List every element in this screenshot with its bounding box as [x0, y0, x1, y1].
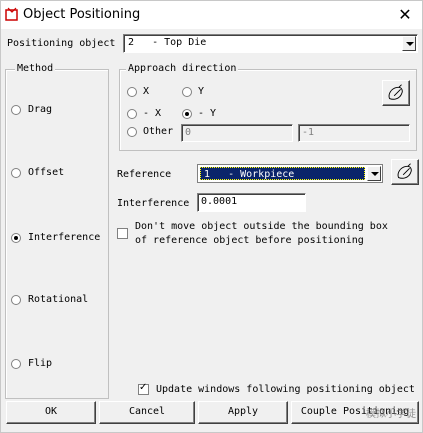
pick-object-icon [388, 84, 403, 100]
close-icon[interactable]: ✕ [394, 4, 416, 26]
method-offset-radio[interactable] [11, 168, 21, 178]
dont-move-line1[interactable]: Don't move object outside the bounding b… [135, 221, 388, 232]
pick-object-icon [397, 163, 412, 179]
reference-value: 1 - Workpiece [204, 169, 295, 180]
approach-pick-button[interactable] [382, 80, 410, 106]
approach-direction-label: Approach direction [126, 63, 239, 74]
approach-y-label[interactable]: Y [198, 86, 204, 97]
approach-neg-y-radio[interactable] [182, 109, 192, 119]
method-flip-radio[interactable] [11, 359, 21, 369]
apply-button[interactable]: Apply [198, 401, 288, 424]
method-rotational-label[interactable]: Rotational [28, 294, 88, 305]
positioning-object-label: Positioning object [7, 38, 116, 49]
chevron-down-icon[interactable] [367, 166, 381, 181]
method-drag-label[interactable]: Drag [28, 104, 52, 115]
approach-other-field-2[interactable]: -1 [298, 124, 410, 142]
update-windows-label[interactable]: Update windows following positioning obj… [156, 384, 415, 395]
object-positioning-dialog: Object Positioning ✕ Positioning object … [0, 0, 423, 433]
approach-other-label[interactable]: Other [143, 126, 173, 137]
method-interference-radio[interactable] [11, 233, 21, 243]
approach-x-label[interactable]: X [143, 86, 149, 97]
positioning-object-value: 2 - Top Die [128, 37, 207, 48]
method-group-label: Method [15, 63, 56, 74]
approach-x-radio[interactable] [127, 87, 137, 97]
approach-neg-y-label[interactable]: - Y [198, 108, 216, 119]
title-bar: Object Positioning ✕ [1, 1, 422, 29]
dont-move-line2[interactable]: of reference object before positioning [135, 235, 364, 246]
chevron-down-icon[interactable] [402, 36, 416, 51]
window-title: Object Positioning [23, 7, 141, 22]
watermark: 模拟小学徒 [366, 409, 416, 420]
method-interference-label[interactable]: Interference [28, 232, 100, 243]
approach-neg-x-radio[interactable] [127, 109, 137, 119]
method-drag-radio[interactable] [11, 105, 21, 115]
interference-label: Interference [117, 198, 190, 209]
ok-button[interactable]: OK [6, 401, 96, 424]
approach-other-radio[interactable] [127, 127, 137, 137]
dont-move-checkbox[interactable] [117, 228, 128, 239]
approach-other-field-1[interactable]: 0 [181, 124, 293, 142]
approach-neg-x-label[interactable]: - X [143, 108, 161, 119]
update-windows-checkbox[interactable] [138, 382, 149, 395]
cancel-button[interactable]: Cancel [99, 401, 195, 424]
reference-select[interactable]: 1 - Workpiece [197, 164, 383, 183]
approach-y-radio[interactable] [182, 87, 192, 97]
interference-input[interactable]: 0.0001 [197, 193, 306, 212]
reference-pick-button[interactable] [391, 159, 419, 185]
method-flip-label[interactable]: Flip [28, 358, 52, 369]
positioning-object-select[interactable]: 2 - Top Die [123, 34, 418, 53]
method-offset-label[interactable]: Offset [28, 167, 64, 178]
reference-label: Reference [117, 169, 172, 180]
method-rotational-radio[interactable] [11, 295, 21, 305]
app-icon [5, 7, 18, 21]
